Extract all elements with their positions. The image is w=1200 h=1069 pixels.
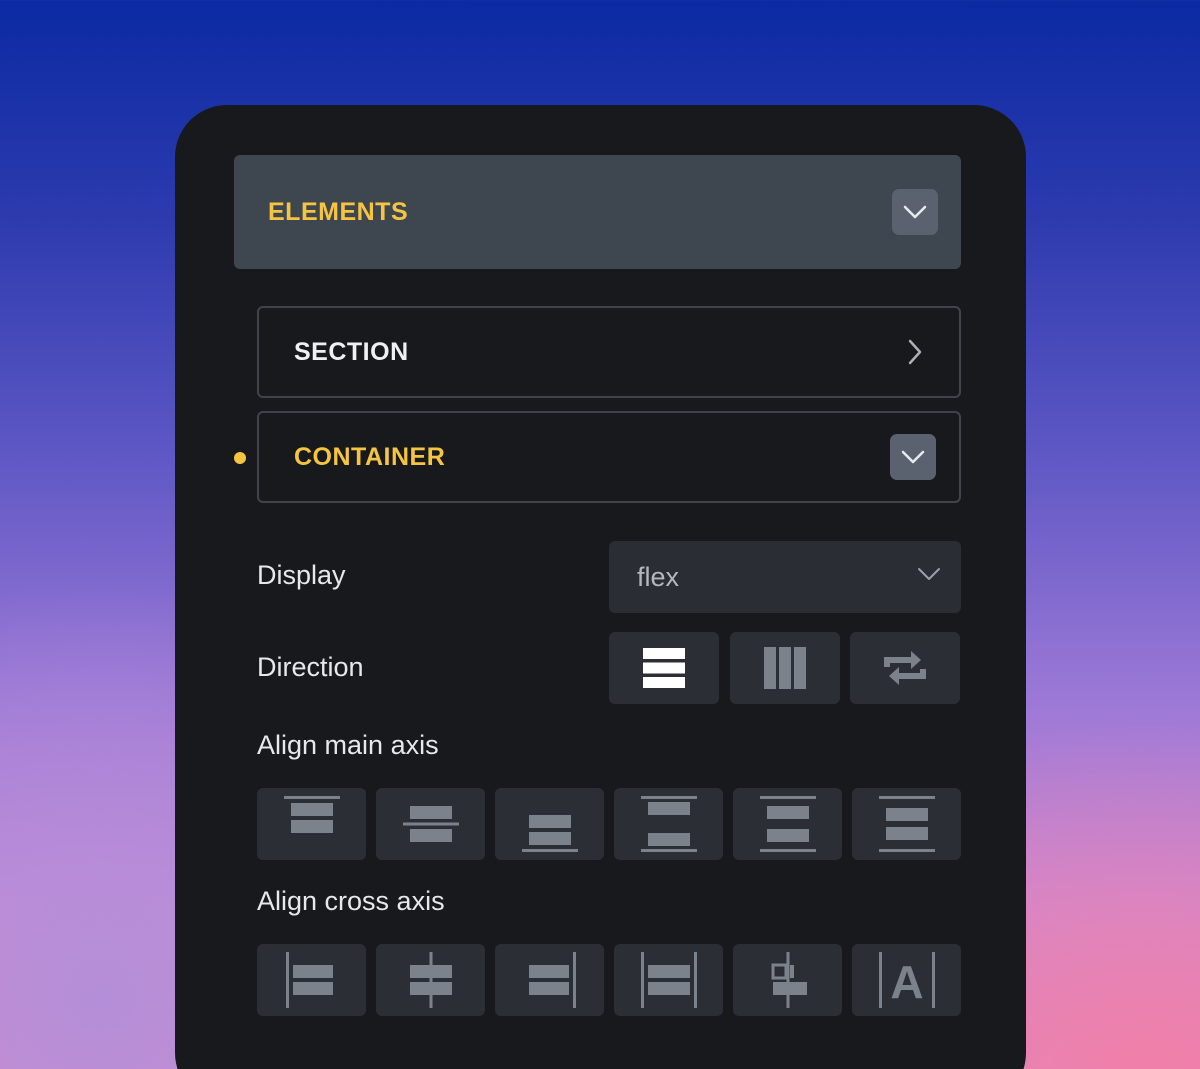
align-right-icon [528, 952, 576, 1008]
direction-row-icon [764, 647, 806, 689]
align-center-icon [402, 806, 459, 842]
align-main-space-around-button[interactable] [733, 788, 842, 860]
elements-title: ELEMENTS [268, 197, 409, 226]
align-cross-baseline-center-button[interactable] [733, 944, 842, 1016]
direction-column-button[interactable] [609, 632, 719, 704]
align-cross-start-button[interactable] [257, 944, 366, 1016]
direction-reverse-button[interactable] [850, 632, 960, 704]
display-select[interactable]: flex [609, 541, 961, 613]
elements-header[interactable]: ELEMENTS [234, 155, 961, 269]
align-left-icon [285, 952, 333, 1008]
direction-label: Direction [257, 652, 364, 682]
align-main-center-button[interactable] [376, 788, 485, 860]
space-between-icon [640, 796, 697, 852]
align-center-vertical-icon [409, 952, 452, 1008]
baseline-text-icon: A [878, 952, 935, 1008]
align-cross-stretch-button[interactable] [614, 944, 723, 1016]
direction-row-button[interactable] [730, 632, 840, 704]
align-cross-axis-label: Align cross axis [257, 886, 445, 916]
chevron-down-icon [901, 450, 925, 464]
container-row[interactable]: CONTAINER [257, 411, 961, 503]
direction-reverse-icon [884, 651, 926, 685]
elements-toggle-button[interactable] [892, 189, 938, 235]
align-cross-baseline-text-button[interactable]: A [852, 944, 961, 1016]
baseline-center-icon [771, 952, 807, 1008]
align-main-space-between-button[interactable] [614, 788, 723, 860]
display-select-value: flex [637, 561, 680, 592]
align-cross-end-button[interactable] [495, 944, 604, 1016]
align-main-end-button[interactable] [495, 788, 604, 860]
align-main-space-evenly-button[interactable] [852, 788, 961, 860]
section-title: SECTION [294, 337, 409, 366]
chevron-down-icon [918, 568, 940, 580]
container-toggle-button[interactable] [890, 434, 936, 480]
display-label: Display [257, 560, 346, 590]
align-main-start-button[interactable] [257, 788, 366, 860]
properties-panel: ELEMENTS SECTION CONTAINER Display flex … [175, 105, 1026, 1069]
active-indicator-dot [234, 452, 246, 464]
baseline-glyph: A [890, 956, 923, 1008]
section-row[interactable]: SECTION [257, 306, 961, 398]
direction-column-icon [643, 648, 685, 688]
align-start-icon [283, 796, 340, 833]
stretch-icon [640, 952, 697, 1008]
container-title: CONTAINER [294, 442, 446, 471]
chevron-right-icon [908, 339, 922, 365]
align-end-icon [521, 815, 578, 852]
align-main-axis-label: Align main axis [257, 730, 439, 760]
space-evenly-icon [878, 796, 935, 852]
space-around-icon [759, 796, 816, 852]
align-cross-center-button[interactable] [376, 944, 485, 1016]
chevron-down-icon [903, 205, 927, 219]
